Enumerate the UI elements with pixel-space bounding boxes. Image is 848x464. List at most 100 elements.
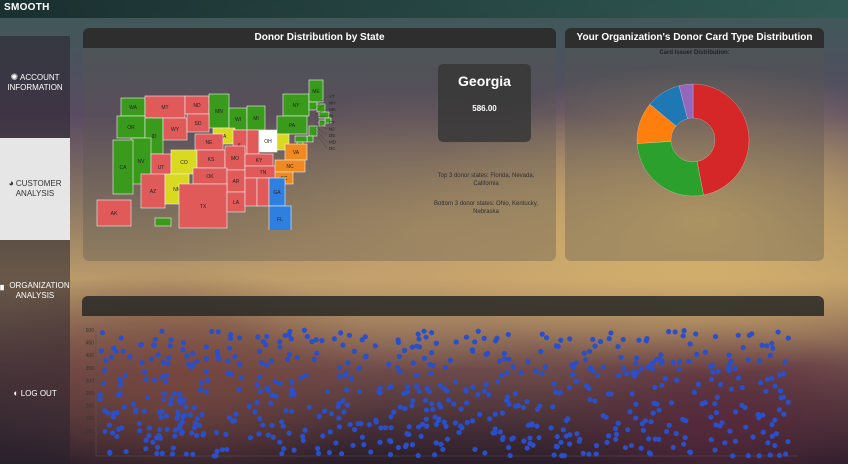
scatter-point	[567, 336, 573, 342]
scatter-point	[569, 362, 575, 368]
scatter-point	[543, 335, 550, 341]
scatter-point	[763, 388, 769, 394]
scatter-point	[504, 370, 510, 376]
scatter-point	[277, 439, 283, 445]
scatter-point	[169, 396, 175, 402]
scatter-point	[313, 337, 319, 343]
scatter-point	[492, 430, 498, 436]
nav-account-information[interactable]: ✺ ACCOUNT INFORMATION	[0, 72, 70, 93]
scatter-point	[189, 430, 195, 436]
scatter-point	[338, 330, 344, 336]
scatter-point	[767, 452, 773, 458]
scatter-point	[268, 400, 274, 406]
donut-subtitle: Card Issuer Distribution:	[659, 50, 730, 56]
scatter-point	[322, 408, 328, 414]
scatter-point	[581, 350, 587, 356]
scatter-point	[525, 422, 532, 428]
top-states-text: Top 3 donor states: Florida, Nevada, Cal…	[437, 173, 535, 187]
selected-state-value: 586.00	[472, 104, 497, 113]
scatter-point	[615, 343, 621, 350]
scatter-point	[537, 403, 543, 409]
scatter-point	[542, 364, 549, 370]
scatter-point	[341, 409, 347, 415]
scatter-point	[270, 434, 276, 440]
scatter-point	[646, 436, 652, 442]
nav-log-out[interactable]: ◐ LOG OUT	[0, 388, 70, 399]
scatter-point	[377, 439, 383, 445]
scatter-point	[590, 336, 596, 342]
state-md	[294, 135, 308, 143]
state-callout-ct: CT	[329, 120, 335, 125]
donut-chart[interactable]	[565, 58, 824, 258]
scatter-point	[302, 427, 308, 433]
scatter-point	[722, 440, 728, 446]
scatter-point	[430, 406, 436, 413]
state-label-mi: MI	[253, 116, 259, 122]
scatter-chart[interactable]: 0 50 100 150 200 250 300 350 400 450 500	[82, 316, 824, 464]
scatter-point	[513, 403, 519, 409]
scatter-y-tick-50: 50	[88, 441, 94, 447]
scatter-point	[423, 407, 430, 413]
scatter-point	[328, 411, 335, 417]
scatter-point	[167, 343, 173, 349]
scatter-point	[745, 453, 751, 459]
scatter-point	[772, 417, 778, 423]
scatter-point	[225, 358, 231, 364]
scatter-point	[366, 421, 372, 428]
state-label-mo: MO	[231, 156, 239, 162]
scatter-point	[387, 451, 394, 458]
us-map[interactable]: WAMTNDMNWIMINYMEORIDWYSDIAILOHPANVUTCONE…	[83, 50, 383, 230]
scatter-point	[256, 431, 262, 437]
scatter-point	[130, 401, 136, 407]
scatter-point	[593, 451, 599, 457]
scatter-point	[497, 429, 503, 435]
scatter-point	[415, 452, 421, 459]
scatter-point	[345, 360, 351, 366]
scatter-panel-header	[82, 296, 824, 316]
scatter-point	[107, 449, 113, 455]
scatter-point	[180, 340, 187, 346]
scatter-point	[618, 354, 624, 361]
scatter-point	[452, 420, 459, 426]
donut-panel: Your Organization's Donor Card Type Dist…	[565, 28, 824, 261]
scatter-point	[673, 377, 680, 383]
scatter-point	[712, 447, 718, 453]
app-brand[interactable]: SMOOTH	[4, 2, 50, 13]
scatter-point	[361, 442, 367, 448]
state-label-ky: KY	[256, 158, 263, 164]
scatter-point	[534, 423, 540, 429]
scatter-point	[378, 425, 384, 431]
scatter-point	[593, 442, 600, 449]
scatter-point	[429, 350, 435, 356]
scatter-point	[301, 327, 307, 333]
scatter-point	[469, 347, 476, 353]
scatter-point	[368, 449, 374, 455]
state-label-ks: KS	[208, 157, 215, 163]
scatter-point	[648, 419, 654, 425]
scatter-point	[288, 391, 294, 398]
scatter-point	[608, 391, 614, 397]
scatter-point	[758, 380, 764, 386]
scatter-point	[586, 348, 593, 355]
scatter-point	[576, 438, 582, 444]
scatter-point	[743, 424, 749, 430]
scatter-point	[349, 375, 355, 382]
scatter-point	[437, 382, 443, 388]
scatter-point	[464, 419, 470, 426]
scatter-point	[746, 332, 752, 339]
scatter-point	[316, 413, 322, 419]
scatter-point	[666, 422, 672, 428]
scatter-point	[410, 398, 416, 404]
scatter-point	[358, 421, 364, 427]
scatter-point	[403, 442, 409, 448]
nav-customer-analysis[interactable]: ◕ CUSTOMER ANALYSIS	[0, 138, 70, 240]
scatter-point	[640, 427, 647, 433]
scatter-point	[151, 377, 158, 383]
nav-organization-analysis[interactable]: ▖ ORGANIZATION ANALYSIS	[0, 280, 70, 301]
scatter-point	[423, 334, 429, 340]
scatter-point	[769, 340, 775, 347]
scatter-point	[604, 439, 610, 445]
scatter-point	[636, 337, 642, 343]
state-label-nv: NV	[138, 159, 146, 165]
scatter-point	[163, 379, 169, 385]
